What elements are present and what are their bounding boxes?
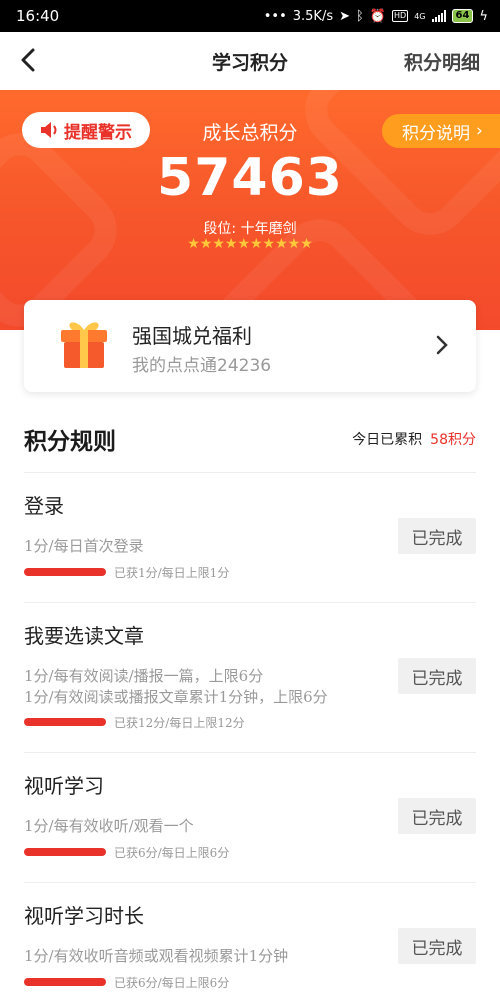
rule-name: 视听学习时长 xyxy=(24,904,144,928)
divider xyxy=(24,602,476,603)
network-type: 4G xyxy=(414,11,426,21)
completed-button[interactable]: 已完成 xyxy=(398,658,476,694)
charging-icon: ϟ xyxy=(479,8,488,24)
bluetooth-icon: ᛒ xyxy=(356,8,364,24)
status-icons: ••• 3.5K/s ➤ ᛒ ⏰ HD 4G 64 ϟ xyxy=(264,9,488,24)
benefit-subtitle: 我的点点通24236 xyxy=(132,356,272,376)
rule-desc: 1分/有效收听音频或观看视频累计1分钟 xyxy=(24,947,289,965)
dots-icon: ••• xyxy=(263,8,287,24)
completed-button[interactable]: 已完成 xyxy=(398,798,476,834)
alarm-icon: ⏰ xyxy=(369,8,387,24)
progress-bar xyxy=(24,718,106,726)
gift-icon xyxy=(61,322,107,368)
progress-bar xyxy=(24,978,106,986)
completed-button[interactable]: 已完成 xyxy=(398,518,476,554)
location-icon: ➤ xyxy=(339,8,351,24)
rank-stars: ★★★★★★★★★★ xyxy=(187,236,313,252)
total-score: 57463 xyxy=(157,148,343,208)
rank-label: 段位: 十年磨剑 xyxy=(203,221,297,237)
divider xyxy=(24,882,476,883)
rule-desc: 1分/每有效收听/观看一个 xyxy=(24,817,194,835)
nav-bar: 学习积分 积分明细 xyxy=(0,32,500,90)
progress-bar xyxy=(24,848,106,856)
progress-text: 已获12分/每日上限12分 xyxy=(114,716,245,730)
progress-text: 已获6分/每日上限6分 xyxy=(114,846,230,860)
today-points: 今日已累积 58积分 xyxy=(352,429,476,449)
rule-item-audio-video-duration: 视听学习时长 1分/有效收听音频或观看视频累计1分钟 已获6分/每日上限6分 已… xyxy=(24,900,476,1000)
points-detail-link[interactable]: 积分明细 xyxy=(404,48,480,75)
completed-button[interactable]: 已完成 xyxy=(398,928,476,964)
benefit-card[interactable]: 强国城兑福利 我的点点通24236 xyxy=(24,300,476,392)
divider xyxy=(24,472,476,473)
network-speed: 3.5K/s xyxy=(292,8,334,24)
hd-badge: HD xyxy=(392,10,409,22)
battery-icon: 64 xyxy=(451,9,474,23)
rule-desc: 1分/有效阅读或播报文章累计1分钟，上限6分 xyxy=(24,688,328,706)
rule-item-read-article: 我要选读文章 1分/每有效阅读/播报一篇，上限6分 1分/有效阅读或播报文章累计… xyxy=(24,620,476,750)
score-hero: 提醒警示 积分说明 › 成长总积分 57463 段位: 十年磨剑 ★★★★★★★… xyxy=(0,90,500,330)
rule-item-login: 登录 1分/每日首次登录 已获1分/每日上限1分 已完成 xyxy=(24,490,476,602)
rule-name: 视听学习 xyxy=(24,774,104,798)
rule-item-audio-video: 视听学习 1分/每有效收听/观看一个 已获6分/每日上限6分 已完成 xyxy=(24,770,476,882)
rules-title: 积分规则 xyxy=(24,429,116,455)
chevron-right-icon xyxy=(436,335,448,355)
today-label: 今日已累积 xyxy=(352,432,423,448)
status-time: 16:40 xyxy=(16,7,60,25)
progress-bar xyxy=(24,568,106,576)
rule-desc: 1分/每有效阅读/播报一篇，上限6分 xyxy=(24,667,264,685)
rule-name: 登录 xyxy=(24,494,64,518)
divider xyxy=(24,752,476,753)
progress-text: 已获1分/每日上限1分 xyxy=(114,566,230,580)
progress-text: 已获6分/每日上限6分 xyxy=(114,976,230,990)
today-points-value: 58积分 xyxy=(430,432,476,448)
rule-desc: 1分/每日首次登录 xyxy=(24,537,144,555)
rule-name: 我要选读文章 xyxy=(24,624,144,648)
status-bar: 16:40 ••• 3.5K/s ➤ ᛒ ⏰ HD 4G 64 ϟ xyxy=(0,0,500,32)
benefit-title: 强国城兑福利 xyxy=(132,324,252,348)
growth-label: 成长总积分 xyxy=(202,122,298,144)
back-arrow-icon[interactable] xyxy=(14,44,46,76)
page-title: 学习积分 xyxy=(211,51,288,74)
signal-icon xyxy=(431,10,446,22)
